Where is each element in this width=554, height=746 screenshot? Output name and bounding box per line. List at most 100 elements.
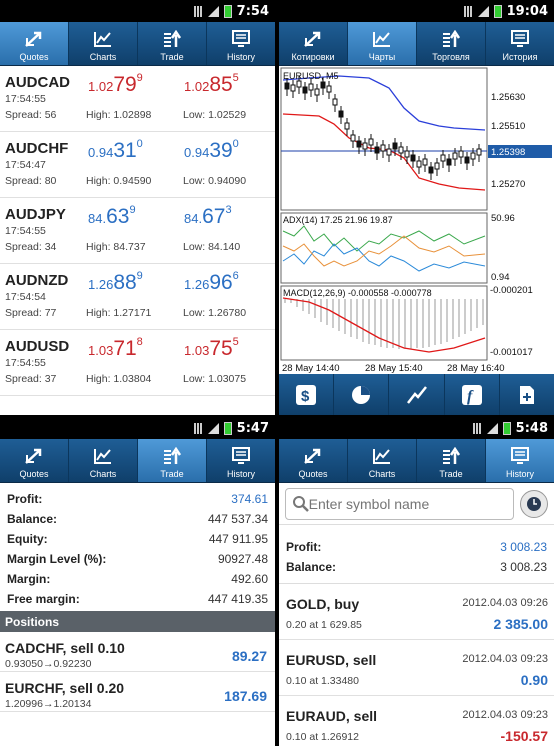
quote-symbol: AUDJPY — [5, 206, 66, 223]
quotes-arrows-icon — [302, 29, 324, 49]
tab-quotes[interactable]: Quotes — [279, 439, 348, 482]
tab-history[interactable]: History — [486, 439, 554, 482]
candle-body — [404, 150, 410, 158]
tab-charts[interactable]: Чарты — [348, 22, 417, 65]
bid-price: 1.03718 — [88, 336, 143, 361]
quote-row[interactable]: AUDUSD 17:54:55 Spread: 37 High: 1.03804 Low… — [0, 330, 275, 396]
candle-body — [374, 146, 380, 154]
quotes-arrows-icon — [302, 446, 324, 466]
line-chart-icon — [406, 385, 427, 404]
tab-trade[interactable]: Trade — [417, 439, 486, 482]
battery-icon — [223, 4, 232, 18]
tab-history[interactable]: History — [207, 439, 275, 482]
tab-quotes[interactable]: Quotes — [0, 439, 69, 482]
deal-date: 2012.04.03 09:23 — [462, 653, 548, 665]
ask-pips: 85 — [209, 73, 233, 96]
ask-prefix: 84. — [184, 211, 203, 226]
period-button[interactable] — [334, 374, 390, 415]
clock-icon — [527, 496, 541, 511]
search-input[interactable] — [308, 495, 513, 512]
bid-price: 0.94310 — [88, 138, 143, 163]
deal-row[interactable]: EURAUD, sell 0.10 at 1.26912 2012.04.03 09… — [279, 696, 554, 746]
trade-screen: 5:47 Quotes Charts Trade History Profit:… — [0, 417, 275, 746]
history-monitor-icon — [509, 29, 531, 49]
status-bar: 5:48 — [279, 417, 554, 439]
candle-body — [326, 85, 332, 93]
tab-history[interactable]: История — [486, 22, 554, 65]
tab-quotes[interactable]: Котировки — [279, 22, 348, 65]
ask-fraction: 3 — [225, 204, 232, 216]
chart-type-button[interactable] — [389, 374, 445, 415]
tab-history[interactable]: History — [207, 22, 275, 65]
battery-icon — [493, 4, 502, 18]
quote-row[interactable]: AUDCHF 17:54:47 Spread: 80 High: 0.94590 Low… — [0, 132, 275, 198]
pie-clock-icon — [352, 385, 371, 404]
objects-button[interactable] — [500, 374, 554, 415]
tab-charts[interactable]: Charts — [348, 439, 417, 482]
indicators-button[interactable]: f — [445, 374, 500, 415]
quote-list: AUDCAD 17:54:55 Spread: 56 High: 1.02898 Low… — [0, 66, 275, 396]
tab-trade[interactable]: Trade — [138, 22, 207, 65]
account-label: Margin: — [7, 572, 51, 586]
deal-row[interactable]: EURUSD, sell 0.10 at 1.33480 2012.04.03 09… — [279, 640, 554, 696]
time-tick: 28 May 15:40 — [365, 363, 423, 374]
account-value: 447 537.34 — [207, 512, 268, 526]
account-row: Margin: 492.60 — [7, 569, 268, 589]
network-icon — [193, 5, 203, 17]
ask-prefix: 1.02 — [184, 79, 210, 94]
tab-trade[interactable]: Trade — [138, 439, 207, 482]
quote-low: Low: 0.94090 — [183, 175, 247, 187]
ask-pips: 96 — [209, 271, 233, 294]
quote-high: High: 1.02898 — [86, 109, 152, 121]
status-time: 5:48 — [515, 420, 548, 436]
signal-icon — [486, 422, 498, 434]
tab-quotes[interactable]: Quotes — [0, 22, 69, 65]
candle-body — [410, 154, 416, 162]
tab-charts[interactable]: Charts — [69, 439, 138, 482]
quote-spread: Spread: 80 — [5, 175, 57, 187]
tab-label: Trade — [160, 52, 184, 62]
function-icon: f — [461, 384, 482, 405]
account-value: 492.60 — [231, 572, 268, 586]
status-bar: 5:47 — [0, 417, 275, 439]
candle-body — [344, 122, 350, 130]
quote-low: Low: 1.02529 — [183, 109, 247, 121]
deal-row[interactable]: GOLD, buy 0.20 at 1 629.85 2012.04.03 09:2… — [279, 584, 554, 640]
ask-fraction: 6 — [232, 270, 239, 282]
candle-body — [452, 152, 458, 160]
quote-low: Low: 1.03075 — [183, 373, 247, 385]
ask-price: 1.03755 — [184, 336, 239, 361]
candle-body — [464, 156, 470, 164]
account-row: Profit: 374.61 — [7, 489, 268, 509]
signal-icon — [207, 5, 219, 17]
quote-row[interactable]: AUDJPY 17:54:55 Spread: 34 High: 84.737 Low:… — [0, 198, 275, 264]
quote-high: High: 0.94590 — [86, 175, 152, 187]
quote-time: 17:54:55 — [5, 225, 46, 237]
position-row[interactable]: EURCHF, sell 0.20 1.20996→1.20134 187.69 — [0, 672, 275, 712]
history-screen: 5:48 Quotes Charts Trade History Profit:… — [279, 417, 554, 746]
deal-volume-price: 0.10 at 1.26912 — [286, 731, 359, 743]
tab-label: Charts — [368, 469, 396, 479]
quote-row[interactable]: AUDCAD 17:54:55 Spread: 56 High: 1.02898 Low… — [0, 66, 275, 132]
quote-symbol: AUDUSD — [5, 338, 70, 355]
candle-body — [476, 148, 482, 156]
svg-text:$: $ — [301, 388, 310, 405]
ask-price: 84.673 — [184, 204, 232, 229]
search-box[interactable] — [285, 487, 514, 520]
chart-line-icon — [92, 29, 114, 49]
position-row[interactable]: CADCHF, sell 0.10 0.93050→0.92230 89.27 — [0, 632, 275, 672]
quote-row[interactable]: AUDNZD 17:54:54 Spread: 77 High: 1.27171 Low… — [0, 264, 275, 330]
period-clock-button[interactable] — [520, 489, 548, 518]
account-label: Balance: — [286, 560, 337, 574]
trade-dollar-button[interactable]: $ — [279, 374, 335, 415]
account-label: Equity: — [7, 532, 48, 546]
position-profit: 187.69 — [224, 688, 267, 704]
candle-body — [416, 160, 422, 168]
account-row: Margin Level (%): 90927.48 — [7, 549, 268, 569]
tab-trade[interactable]: Торговля — [417, 22, 486, 65]
account-value: 90927.48 — [217, 552, 268, 566]
chart-line-icon — [371, 29, 393, 49]
deal-volume-price: 0.10 at 1.33480 — [286, 675, 359, 687]
tab-charts[interactable]: Charts — [69, 22, 138, 65]
chart-area[interactable]: EURUSD, M5 ADX(14) 17.25 21.96 19.87 MAC… — [279, 66, 554, 374]
